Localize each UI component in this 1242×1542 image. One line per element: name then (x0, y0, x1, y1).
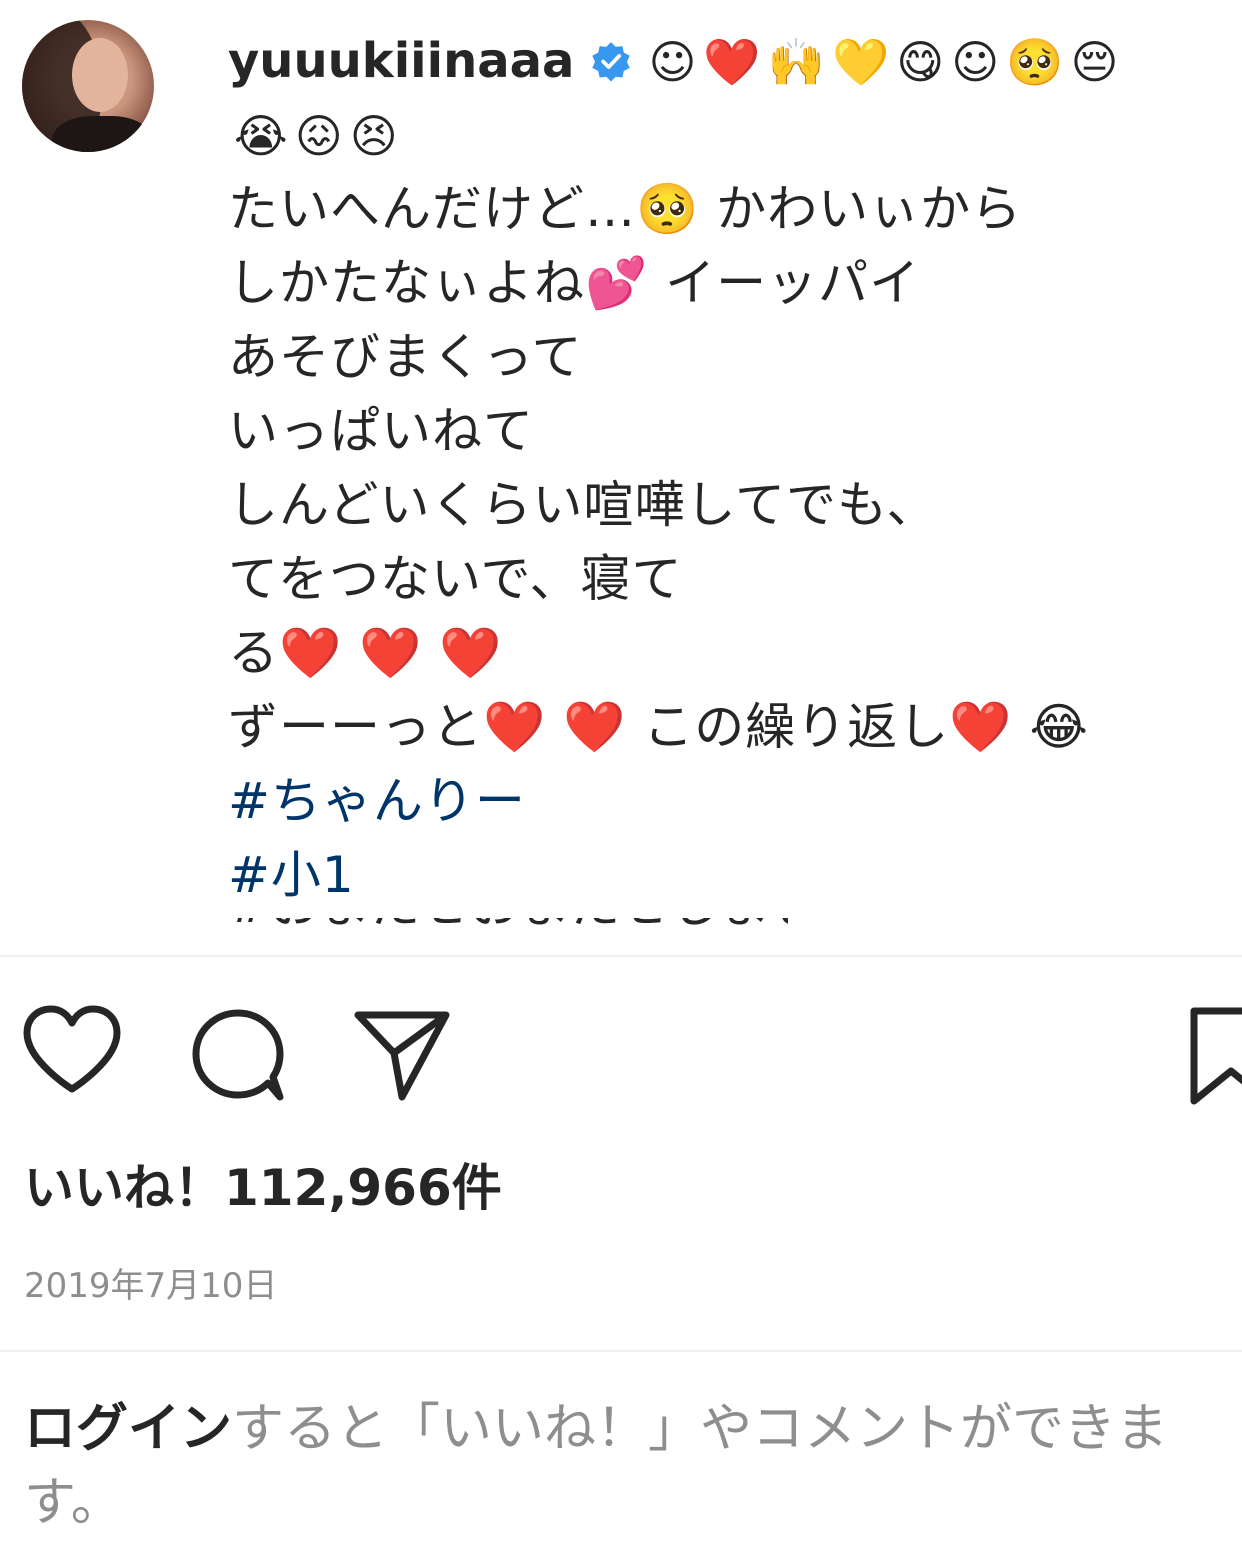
login-link[interactable]: ログイン (24, 1399, 232, 1459)
verified-badge-icon (592, 42, 631, 82)
caption-header-line: yuuukiiinaaa ☺ ❤️ 🙌 💛 😋 ☺ 🥺 😔 (228, 24, 1228, 98)
caption-line: あそびまくって (228, 328, 583, 386)
emoji-icon: 😋 (896, 35, 946, 89)
caption-line: しんどいくらい喧嘩してでも、 (228, 476, 938, 534)
emoji-icon: 😖 (294, 109, 344, 163)
emoji-icon: ☺ (951, 35, 1001, 89)
login-prompt: ログインすると「いいね！」やコメントができます。 (24, 1392, 1224, 1540)
emoji-icon: 🥺 (1006, 35, 1065, 89)
caption-emoji-line: 😭 😖 😣 (228, 98, 1228, 172)
truncated-caption-line: #おまたせおまたせしました (228, 918, 788, 938)
emoji-row: 😭 😖 😣 (228, 98, 399, 172)
emoji-icon: ☺ (648, 35, 698, 89)
caption-line: る❤️ ❤️ ❤️ (228, 624, 503, 682)
caption-line: いっぱいねて (228, 402, 534, 460)
heart-outline-icon[interactable] (22, 1005, 122, 1097)
emoji-icon: 😣 (349, 109, 399, 163)
caption-line: ずーーっと❤️ ❤️ この繰り返し❤️ 😂 (228, 698, 1089, 756)
avatar-face (72, 38, 128, 112)
post-date: 2019年7月10日 (24, 1266, 278, 1306)
avatar[interactable] (22, 20, 154, 152)
emoji-icon: 😔 (1070, 35, 1120, 89)
caption-line: てをつないで、寝て (228, 550, 683, 608)
hashtag-link[interactable]: #ちゃんりー (228, 764, 1228, 838)
comment-bubble-icon[interactable] (188, 1005, 288, 1105)
paper-plane-icon[interactable] (352, 1005, 452, 1105)
likes-count[interactable]: いいね！112,966件 (24, 1148, 502, 1220)
caption-line: しかたなぃよね💕 イーッパイ (228, 254, 921, 312)
username[interactable]: yuuukiiinaaa (228, 24, 574, 98)
emoji-icon: 💛 (831, 35, 891, 89)
bookmark-icon[interactable] (1188, 1005, 1242, 1105)
hashtag-link[interactable]: #小1 (228, 838, 1228, 912)
header-emojis: ☺ ❤️ 🙌 💛 😋 ☺ 🥺 😔 (642, 24, 1119, 98)
action-bar (0, 1005, 1242, 1115)
emoji-icon: 🙌 (767, 35, 826, 89)
emoji-icon: 😭 (234, 109, 289, 163)
emoji-icon: ❤️ (703, 35, 762, 89)
divider (0, 1350, 1242, 1352)
caption-body: yuuukiiinaaa ☺ ❤️ 🙌 💛 😋 ☺ 🥺 😔 😭 😖 😣 たいへんだけど…🥺 かわい… (228, 24, 1228, 912)
avatar-clothing (52, 116, 152, 152)
post-caption-section: yuuukiiinaaa ☺ ❤️ 🙌 💛 😋 ☺ 🥺 😔 😭 😖 😣 たいへんだけど…🥺 かわい… (0, 0, 1242, 957)
caption-line: たいへんだけど…🥺 かわいぃから (228, 180, 1023, 238)
truncated-caption-text: #おまたせおまたせしました (228, 918, 788, 934)
